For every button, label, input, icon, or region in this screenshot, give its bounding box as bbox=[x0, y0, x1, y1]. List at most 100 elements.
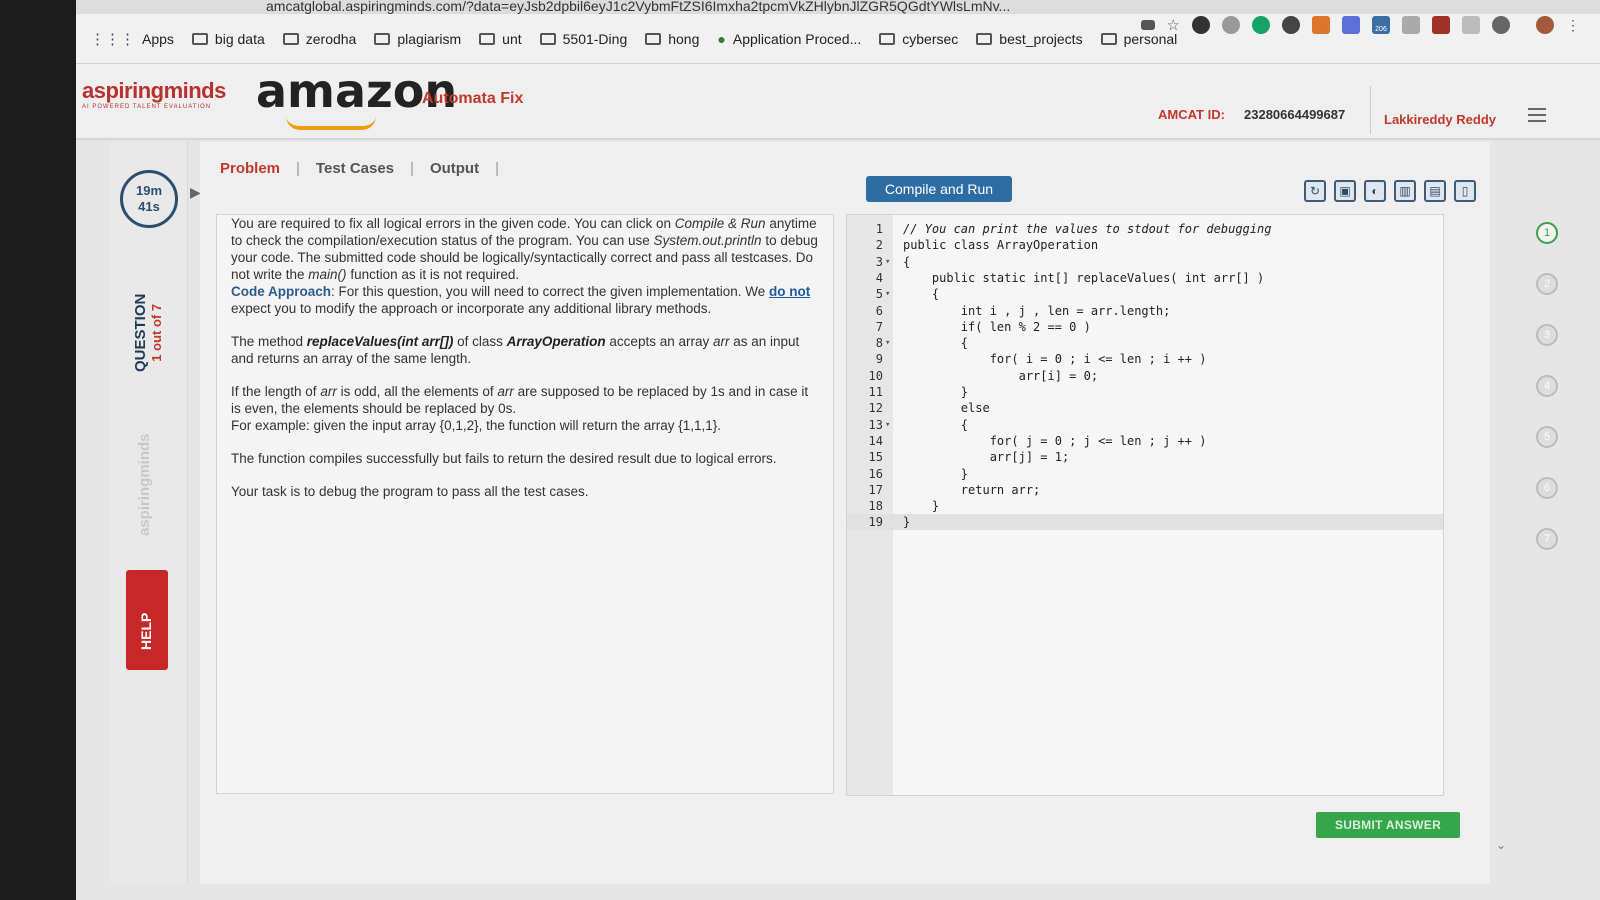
question-nav-4[interactable]: 4 bbox=[1536, 375, 1558, 397]
aspiringminds-logo: aspiringminds AI POWERED TALENT EVALUATI… bbox=[82, 78, 226, 110]
extension-color-icon[interactable] bbox=[1342, 16, 1360, 34]
text: arr bbox=[497, 384, 514, 399]
extension-orange-icon[interactable] bbox=[1312, 16, 1330, 34]
app-title: Automata Fix bbox=[422, 90, 524, 107]
code-line[interactable]: 8 ▾ { bbox=[847, 335, 1443, 351]
code-line[interactable]: 3 ▾ { bbox=[847, 254, 1443, 270]
question-nav-3[interactable]: 3 bbox=[1536, 324, 1558, 346]
bookmark-item[interactable]: best_projects bbox=[976, 31, 1083, 47]
line-number: 15 bbox=[868, 450, 883, 465]
tab-problem[interactable]: Problem bbox=[220, 160, 280, 177]
layout-side-icon[interactable]: ▯ bbox=[1454, 180, 1476, 202]
extension-pause-icon[interactable] bbox=[1192, 16, 1210, 34]
method-name: replaceValues(int arr[]) bbox=[306, 334, 454, 349]
code-line[interactable]: 13 ▾ { bbox=[847, 417, 1443, 433]
question-nav-2[interactable]: 2 bbox=[1536, 273, 1558, 295]
layout-bottom-icon[interactable]: ▤ bbox=[1424, 180, 1446, 202]
extension-gauge-icon[interactable] bbox=[1492, 16, 1510, 34]
tab-test-cases[interactable]: Test Cases bbox=[316, 160, 394, 177]
text: arr bbox=[712, 334, 730, 349]
problem-tabs: Problem | Test Cases | Output | bbox=[220, 160, 499, 177]
hamburger-menu-icon[interactable] bbox=[1528, 108, 1546, 122]
code-text: } bbox=[903, 515, 911, 530]
code-text: for( j = 0 ; j <= len ; j ++ ) bbox=[903, 433, 1207, 448]
address-bar[interactable]: amcatglobal.aspiringminds.com/?data=eyJs… bbox=[76, 0, 1600, 14]
camera-icon[interactable] bbox=[1140, 20, 1155, 30]
reset-icon[interactable]: ↻ bbox=[1304, 180, 1326, 202]
theme-icon[interactable]: ◐ bbox=[1364, 180, 1386, 202]
question-title: QUESTION bbox=[132, 293, 149, 372]
submit-answer-button[interactable]: SUBMIT ANSWER bbox=[1316, 812, 1460, 838]
extension-gray-icon[interactable] bbox=[1402, 16, 1420, 34]
code-text: else bbox=[903, 401, 990, 416]
code-line[interactable]: 1 // You can print the values to stdout f… bbox=[847, 221, 1443, 237]
code-line[interactable]: 5 ▾ { bbox=[847, 286, 1443, 302]
fold-arrow-icon[interactable]: ▾ bbox=[885, 254, 890, 270]
code-line[interactable]: 9 for( i = 0 ; i <= len ; i ++ ) bbox=[847, 351, 1443, 367]
text: main() bbox=[308, 267, 347, 282]
code-line[interactable]: 7 if( len % 2 == 0 ) bbox=[847, 319, 1443, 335]
question-nav-6[interactable]: 6 bbox=[1536, 477, 1558, 499]
code-line[interactable]: 11 } bbox=[847, 384, 1443, 400]
folder-icon bbox=[374, 32, 391, 45]
compile-and-run-button[interactable]: Compile and Run bbox=[866, 176, 1012, 202]
line-number: 4 bbox=[875, 270, 883, 285]
layout-split-icon[interactable]: ▥ bbox=[1394, 180, 1416, 202]
bookmark-label: Application Proced... bbox=[732, 30, 862, 47]
folder-icon bbox=[879, 32, 896, 45]
fold-arrow-icon[interactable]: ▾ bbox=[885, 335, 890, 351]
line-number: 10 bbox=[868, 368, 883, 383]
help-button[interactable]: HELP bbox=[126, 570, 168, 670]
code-approach-label: Code Approach bbox=[231, 284, 332, 299]
code-line[interactable]: 17 return arr; bbox=[847, 482, 1443, 498]
code-line[interactable]: 10 arr[i] = 0; bbox=[847, 368, 1443, 384]
question-nav-1[interactable]: 1 bbox=[1536, 222, 1558, 244]
timer-minutes: 19m bbox=[135, 183, 163, 198]
extension-red-icon[interactable] bbox=[1432, 16, 1450, 34]
code-editor[interactable]: 1 // You can print the values to stdout f… bbox=[846, 214, 1444, 796]
folder-icon bbox=[645, 32, 662, 45]
chrome-menu-icon[interactable]: ⋮ bbox=[1566, 17, 1580, 34]
scroll-down-icon[interactable]: ⌄ bbox=[1496, 838, 1506, 852]
extension-s-icon[interactable] bbox=[1462, 16, 1480, 34]
tab-output[interactable]: Output bbox=[430, 160, 479, 177]
question-nav-7[interactable]: 7 bbox=[1536, 528, 1558, 550]
bookmark-item[interactable]: cybersec bbox=[879, 31, 958, 47]
code-line[interactable]: 15 arr[j] = 1; bbox=[847, 449, 1443, 465]
bookmark-item[interactable]: ⋮⋮⋮ Apps bbox=[90, 30, 174, 48]
bookmark-item[interactable]: hong bbox=[645, 31, 699, 47]
code-line[interactable]: 4 public static int[] replaceValues( int… bbox=[847, 270, 1443, 286]
bookmark-item[interactable]: 5501-Ding bbox=[539, 31, 627, 47]
bookmark-label: cybersec bbox=[902, 30, 959, 47]
bookmark-item[interactable]: big data bbox=[191, 31, 265, 47]
bookmark-label: zerodha bbox=[305, 30, 357, 47]
question-nav-5[interactable]: 5 bbox=[1536, 426, 1558, 448]
text: function as it is not required. bbox=[346, 267, 520, 282]
fold-arrow-icon[interactable]: ▾ bbox=[885, 286, 890, 302]
code-line[interactable]: 18 } bbox=[847, 498, 1443, 514]
text: You are required to fix all logical erro… bbox=[231, 216, 675, 231]
save-icon[interactable]: ▣ bbox=[1334, 180, 1356, 202]
extension-badge-icon[interactable]: 206 bbox=[1372, 16, 1390, 34]
code-line[interactable]: 2 public class ArrayOperation bbox=[847, 237, 1443, 253]
extension-circle-icon[interactable] bbox=[1222, 16, 1240, 34]
extension-grammarly-icon[interactable] bbox=[1252, 16, 1270, 34]
text: The method bbox=[231, 334, 307, 349]
bookmark-item[interactable]: ● Application Proced... bbox=[717, 31, 861, 47]
line-number: 6 bbox=[875, 303, 883, 318]
bookmark-item[interactable]: unt bbox=[479, 31, 522, 47]
code-line[interactable]: 14 for( j = 0 ; j <= len ; j ++ ) bbox=[847, 433, 1443, 449]
code-line[interactable]: 12 else bbox=[847, 400, 1443, 416]
bookmark-item[interactable]: plagiarism bbox=[374, 31, 461, 47]
code-text: } bbox=[903, 466, 969, 481]
fold-arrow-icon[interactable]: ▾ bbox=[885, 417, 890, 433]
method-description: The method replaceValues(int arr[]) of c… bbox=[231, 333, 819, 367]
tab-separator: | bbox=[296, 160, 300, 177]
code-line[interactable]: 6 int i , j , len = arr.length; bbox=[847, 303, 1443, 319]
bookmark-item[interactable]: zerodha bbox=[282, 30, 357, 47]
code-line[interactable]: 19} bbox=[847, 514, 1443, 531]
code-line[interactable]: 16 } bbox=[847, 466, 1443, 482]
extension-disc-icon[interactable] bbox=[1282, 16, 1300, 34]
profile-avatar-icon[interactable] bbox=[1536, 16, 1554, 34]
star-icon[interactable]: ☆ bbox=[1167, 16, 1180, 34]
